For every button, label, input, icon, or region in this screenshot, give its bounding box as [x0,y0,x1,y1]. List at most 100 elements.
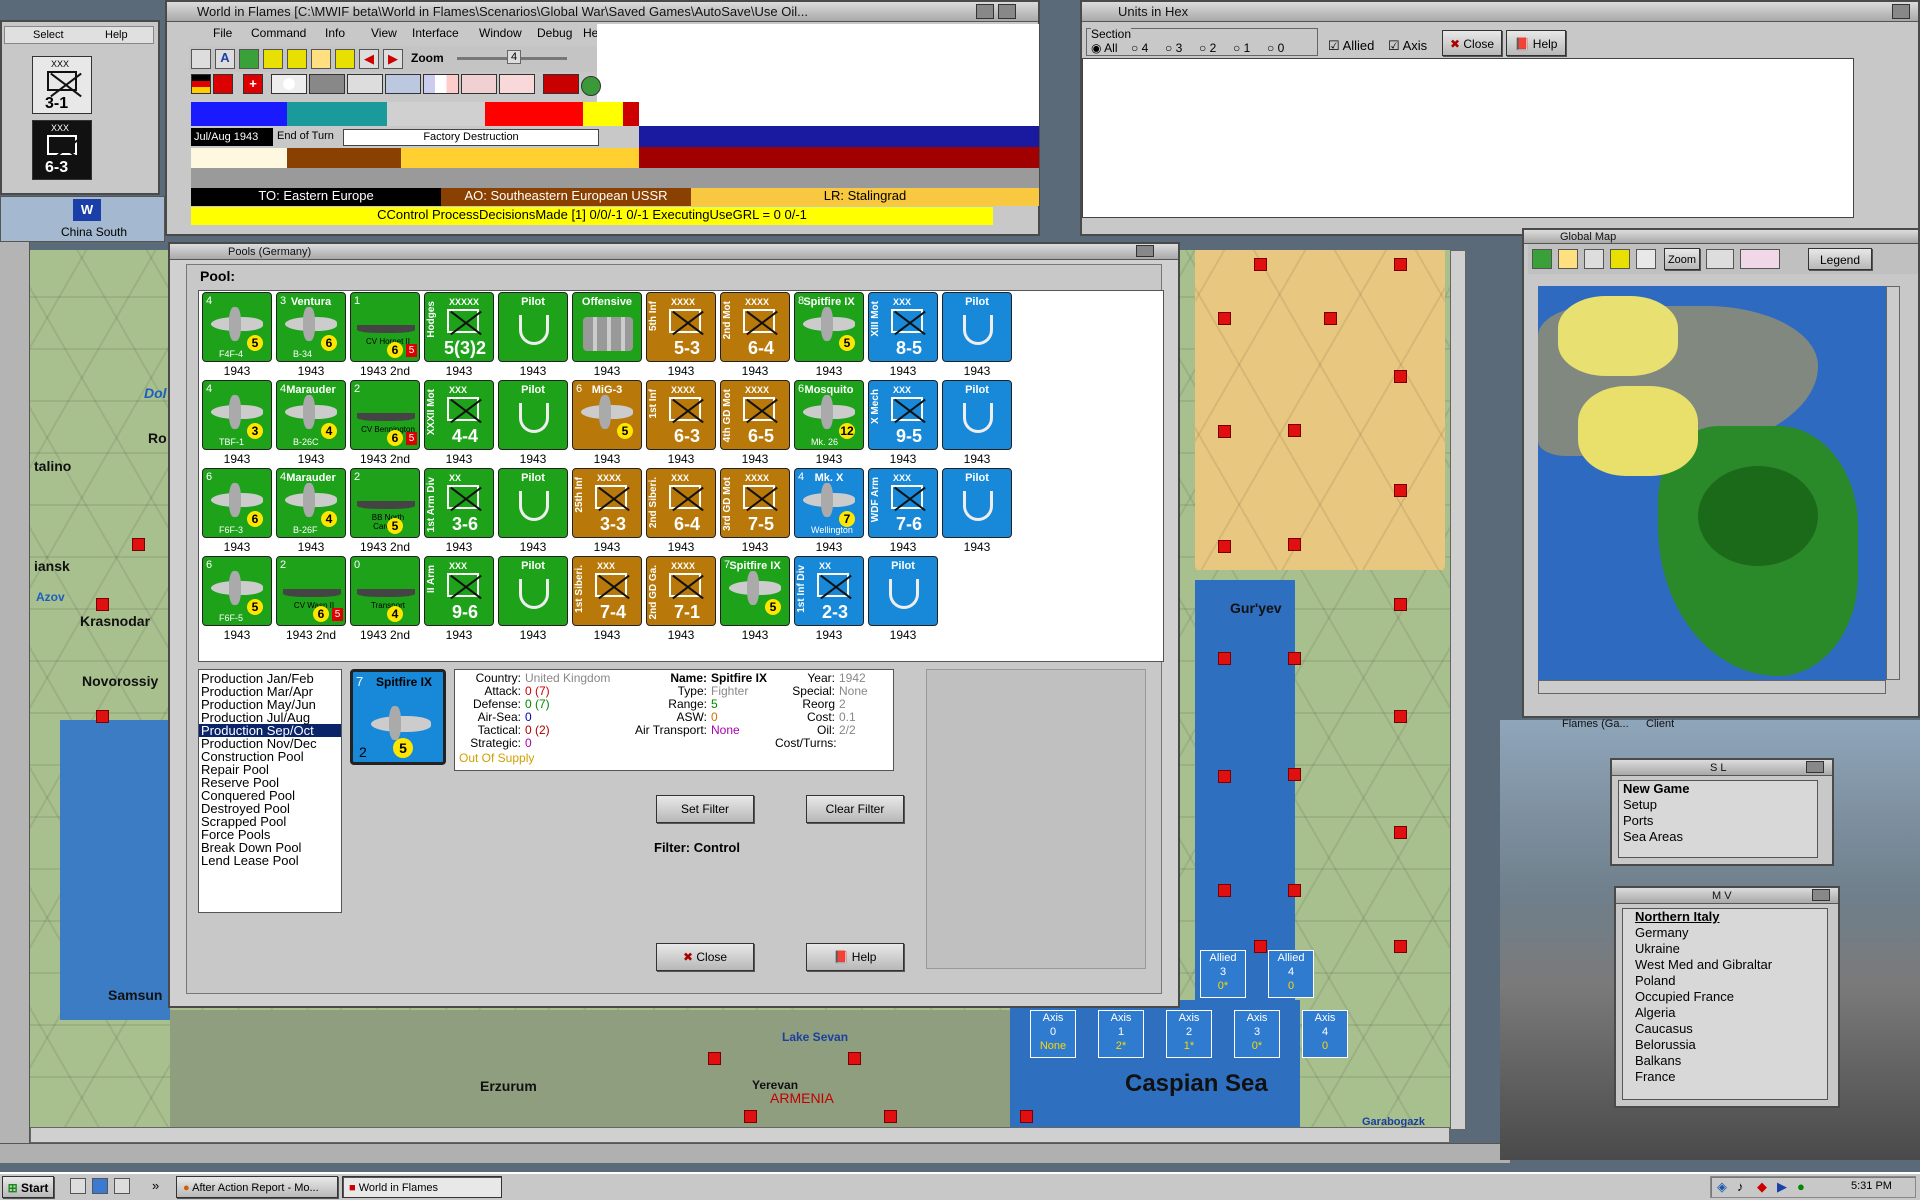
grey-flag-icon[interactable] [309,74,345,94]
germany-flag-icon[interactable] [191,74,211,94]
axis-checkbox[interactable]: ☑ Axis [1388,38,1427,54]
pool-counter[interactable]: XXXII Mot XXX 4-4 [424,380,494,450]
pool-counter[interactable]: 1st Inf XXXX 6-3 [646,380,716,450]
sl-item[interactable]: Ports [1619,813,1817,829]
grid-icon[interactable] [263,49,283,69]
mv-item[interactable]: Poland [1623,973,1827,989]
mv-item[interactable]: Algeria [1623,1005,1827,1021]
pool-counter[interactable]: 2BB North Carolina5 [350,468,420,538]
browser-icon[interactable] [92,1178,108,1194]
mv-item[interactable]: Germany [1623,925,1827,941]
sun-icon[interactable] [311,49,331,69]
global-map-vscroll[interactable] [1886,286,1900,680]
pool-counter[interactable]: Pilot [498,380,568,450]
pool-counter[interactable]: 2 CV Bennington 6 5 [350,380,420,450]
font-icon[interactable]: A [215,49,235,69]
radio-1[interactable]: ○ 1 [1233,41,1250,55]
radio-2[interactable]: ○ 2 [1199,41,1216,55]
menu-view[interactable]: View [371,24,397,42]
truck-icon[interactable] [191,49,211,69]
pool-counter[interactable]: 1st Arm Div XX 3-6 [424,468,494,538]
legend-button[interactable]: Legend [1808,248,1872,270]
pool-counter[interactable]: 8 Spitfire IX 5 [794,292,864,362]
unit-counter-viii-ss[interactable]: XXX 6-3 [32,120,92,180]
pool-counter[interactable]: Offensive [572,292,642,362]
pool-counter[interactable]: 6 F6F-3 6 [202,468,272,538]
menu-window[interactable]: Window [479,24,522,42]
mv-item[interactable]: Balkans [1623,1053,1827,1069]
tray-volume-icon[interactable]: ♪ [1737,1179,1744,1194]
clear-filter-button[interactable]: Clear Filter [806,795,904,823]
pool-counter[interactable]: II Arm XXX 9-6 [424,556,494,626]
pool-counter[interactable]: WDF Arm XXX 7-6 [868,468,938,538]
sl-list[interactable]: New Game Setup Ports Sea Areas [1618,780,1818,858]
grid-icon[interactable] [1610,249,1630,269]
pool-counter[interactable]: 2 CV Wasp II 6 5 [276,556,346,626]
radio-all[interactable]: ◉ All [1091,41,1118,55]
close-window-button[interactable] [1136,245,1154,257]
sl-item[interactable]: Sea Areas [1619,829,1817,845]
pool-counter[interactable]: 6 F6F-5 5 [202,556,272,626]
axis-flag-icon[interactable] [543,74,579,94]
tray-security-icon[interactable]: ● [1797,1179,1805,1194]
mv-item[interactable]: Caucasus [1623,1021,1827,1037]
pool-counter[interactable]: 0 Transport 4 [350,556,420,626]
tray-network-icon[interactable]: ◈ [1717,1179,1727,1195]
global-zoom-button[interactable]: Zoom [1664,248,1700,270]
units-list-area[interactable] [1082,58,1854,218]
flag-icon[interactable] [335,49,355,69]
pool-counter[interactable]: 1 CV Hornet II 6 5 [350,292,420,362]
uk-flag-icon[interactable] [385,74,421,94]
pool-counter[interactable]: 4 TBF-1 3 [202,380,272,450]
pool-counter[interactable]: Pilot [942,468,1012,538]
taskbar-item-wif[interactable]: ■ World in Flames [342,1176,502,1198]
france-flag-icon[interactable] [423,74,459,94]
units-help-button[interactable]: 📕 Help [1506,30,1566,56]
pools-help-button[interactable]: 📕 Help [806,943,904,971]
mv-item[interactable]: France [1623,1069,1827,1085]
sun-icon[interactable] [1558,249,1578,269]
taskbar-item-aar[interactable]: ● After Action Report - Mo... [176,1176,338,1198]
unit-counter-gar[interactable]: XXX 3-1 [32,56,92,114]
menu-debug[interactable]: Debug [537,24,572,42]
mv-item[interactable]: Belorussia [1623,1037,1827,1053]
pool-counter[interactable]: 6 MiG-3 5 [572,380,642,450]
chevron-icon[interactable]: » [152,1178,159,1193]
map-horizontal-scrollbar[interactable] [30,1127,1450,1143]
pool-counter[interactable]: Pilot [498,468,568,538]
pool-counter[interactable]: 6 Mosquito Mk. 26 12 [794,380,864,450]
flag-icon[interactable] [1584,249,1604,269]
reich-flag-icon[interactable] [213,74,233,94]
radio-3[interactable]: ○ 3 [1165,41,1182,55]
pool-counter[interactable]: 5th Inf XXXX 5-3 [646,292,716,362]
pool-counter[interactable]: 4 Marauder B-26F 4 [276,468,346,538]
menu-interface[interactable]: Interface [412,24,459,42]
hex-select-icon[interactable] [287,49,307,69]
global-map-view[interactable] [1538,286,1886,680]
sl-item[interactable]: Setup [1619,797,1817,813]
minimize-button[interactable] [976,4,994,19]
pool-list-item[interactable]: Lend Lease Pool [199,854,341,867]
close-window-button[interactable] [998,4,1016,19]
gear-icon[interactable] [239,49,259,69]
tray-shield-icon[interactable]: ◆ [1757,1179,1767,1195]
pool-counter[interactable]: XIII Mot XXX 8-5 [868,292,938,362]
globe-icon[interactable] [581,76,601,96]
pool-counter[interactable]: 4 F4F-4 5 [202,292,272,362]
detail-counter[interactable]: 7 Spitfire IX 2 5 [350,669,446,765]
usa-flag-icon[interactable] [461,74,497,94]
china-flag-icon[interactable] [347,74,383,94]
start-button[interactable]: ⊞ Start [2,1176,54,1198]
menu-help[interactable]: Help [105,29,128,41]
mv-item[interactable]: Northern Italy [1623,909,1827,925]
pool-counter[interactable]: 3 Ventura B-34 6 [276,292,346,362]
menu-info[interactable]: Info [325,24,345,42]
global-map-hscroll[interactable] [1538,680,1886,694]
pools-close-button[interactable]: ✖ Close [656,943,754,971]
pool-counter[interactable]: 1st Siberi. XXX 7-4 [572,556,642,626]
radio-0[interactable]: ○ 0 [1267,41,1284,55]
allied-checkbox[interactable]: ☑ Allied [1328,38,1374,54]
mv-item[interactable]: Ukraine [1623,941,1827,957]
close-window-button[interactable] [1812,889,1830,901]
email-icon[interactable] [114,1178,130,1194]
